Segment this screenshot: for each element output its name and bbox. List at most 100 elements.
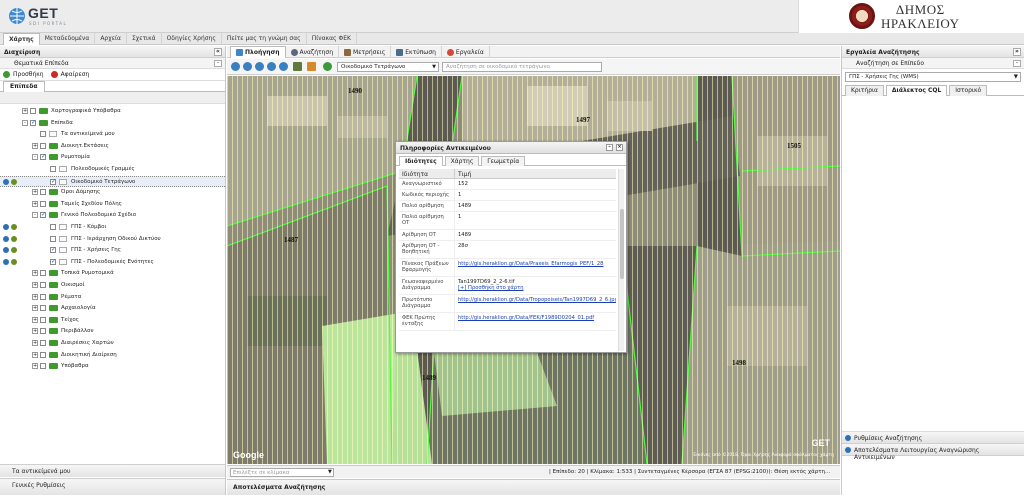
remove-layer-button[interactable]: Αφαίρεση xyxy=(61,71,90,78)
tab-properties[interactable]: Ιδιότητες xyxy=(399,156,443,166)
map-search-input[interactable]: Αναζήτηση σε οικοδομικό τετράγωνο xyxy=(442,62,602,72)
expand-toggle-icon[interactable]: + xyxy=(32,340,38,346)
layer-checkbox[interactable]: ✓ xyxy=(50,178,56,185)
expand-toggle-icon[interactable]: + xyxy=(32,316,38,323)
close-icon[interactable]: × xyxy=(616,144,623,151)
tab-tools[interactable]: Εργαλεία xyxy=(442,46,490,58)
tab-cql[interactable]: Διάλεκτος CQL xyxy=(885,85,948,96)
tree-item[interactable]: Πολεοδομικές Γραμμές xyxy=(0,164,225,175)
layer-checkbox[interactable]: ✓ xyxy=(50,258,56,265)
layer-checkbox[interactable] xyxy=(40,328,46,335)
identify-results-header[interactable]: Αποτελέσματα Λειτουργίας Αναγνώρισης Αντ… xyxy=(842,444,1024,461)
cql-editor-area[interactable] xyxy=(842,96,1024,432)
expand-toggle-icon[interactable]: + xyxy=(32,282,38,288)
property-link[interactable]: http://gis.heraklion.gr/Data/Tropopoisei… xyxy=(455,295,616,312)
tab-criteria[interactable]: Κριτήρια xyxy=(845,85,884,96)
layer-checkbox[interactable]: ✓ xyxy=(40,154,46,161)
collapse-search-button[interactable]: – xyxy=(1013,60,1021,67)
layer-settings-icon[interactable] xyxy=(11,247,17,254)
general-settings-panel-header[interactable]: Γενικές Ρυθμίσεις xyxy=(0,478,225,495)
expand-toggle-icon[interactable]: + xyxy=(32,305,38,312)
expand-toggle-icon[interactable]: - xyxy=(22,119,28,126)
layer-checkbox[interactable] xyxy=(40,200,46,207)
zoom-extent-icon[interactable] xyxy=(267,62,276,71)
expand-toggle-icon[interactable]: - xyxy=(32,212,38,219)
add-layer-button[interactable]: Προσθήκη xyxy=(13,71,44,78)
tree-item[interactable]: + Τοπικά Ρυμοτομικά xyxy=(0,268,225,279)
layer-checkbox[interactable]: ✓ xyxy=(30,119,36,126)
tab-print[interactable]: Εκτύπωση xyxy=(391,46,442,58)
add-icon[interactable] xyxy=(3,71,10,78)
scrollbar-thumb[interactable] xyxy=(620,209,624,279)
tree-item[interactable]: ✓ ΓΠΣ - Πολεοδομικές Ενότητες xyxy=(0,257,225,268)
minimize-icon[interactable]: – xyxy=(606,144,613,151)
expand-toggle-icon[interactable]: - xyxy=(32,154,38,161)
layer-settings-icon[interactable] xyxy=(11,224,17,230)
zoom-out-icon[interactable] xyxy=(243,62,252,71)
tree-item[interactable]: + Αρχαιολογία xyxy=(0,303,225,314)
collapse-left-panel-button[interactable]: « xyxy=(214,48,222,56)
tab-fek-table[interactable]: Πίνακας ΦΕΚ xyxy=(307,33,357,45)
tab-search[interactable]: Αναζήτηση xyxy=(286,46,340,58)
layer-checkbox[interactable] xyxy=(40,351,46,358)
layer-checkbox[interactable] xyxy=(40,282,46,288)
search-layer-select[interactable]: ΓΠΣ - Χρήσεις Γης (WMS) ▼ xyxy=(845,72,1021,82)
layer-checkbox[interactable] xyxy=(40,270,46,277)
tab-geometry[interactable]: Γεωμετρία xyxy=(481,156,526,166)
expand-toggle-icon[interactable]: + xyxy=(32,142,38,149)
tree-item[interactable]: + Υπόβαθρα xyxy=(0,361,225,372)
tab-map[interactable]: Χάρτης xyxy=(3,33,40,45)
expand-toggle-icon[interactable]: + xyxy=(32,189,38,196)
layer-select[interactable]: Οικοδομικό Τετράγωνο ▼ xyxy=(337,62,439,72)
tab-about[interactable]: Σχετικά xyxy=(127,33,162,45)
expand-toggle-icon[interactable]: + xyxy=(32,293,38,300)
dialog-scrollbar[interactable] xyxy=(618,169,624,351)
tree-item[interactable]: + Τείχος xyxy=(0,315,225,326)
layer-checkbox[interactable] xyxy=(40,316,46,323)
expand-toggle-icon[interactable]: + xyxy=(32,200,38,207)
collapse-layers-button[interactable]: – xyxy=(214,60,222,67)
scale-input[interactable]: Επιλέξτε σε κλίμακα xyxy=(230,468,334,477)
layer-checkbox[interactable] xyxy=(50,224,56,230)
tree-item[interactable]: + Χαρτογραφικά Υπόβαθρα xyxy=(0,106,225,117)
expand-toggle-icon[interactable]: + xyxy=(32,363,38,370)
thematic-layers-header[interactable]: Θεματικά Επίπεδα – xyxy=(0,58,225,69)
tab-dialog-map[interactable]: Χάρτης xyxy=(444,156,480,166)
zoom-previous-icon[interactable] xyxy=(279,62,288,71)
layer-checkbox[interactable] xyxy=(40,305,46,312)
layer-checkbox[interactable] xyxy=(50,235,56,242)
search-settings-header[interactable]: Ρυθμίσεις Αναζήτησης xyxy=(842,432,1024,444)
tree-item[interactable]: - ✓ Ρυμοτομία xyxy=(0,152,225,163)
collapse-right-panel-button[interactable]: » xyxy=(1013,48,1021,56)
tab-layers[interactable]: Επίπεδα xyxy=(3,81,45,92)
tree-item[interactable]: + Περιβάλλον xyxy=(0,326,225,337)
layer-checkbox[interactable]: ✓ xyxy=(40,212,46,219)
layer-settings-icon[interactable] xyxy=(11,235,17,242)
get-logo[interactable]: GET SDI PORTAL xyxy=(8,5,70,29)
dialog-title-bar[interactable]: Πληροφορίες Αντικειμένου – × xyxy=(396,142,626,154)
tree-item[interactable]: + Διαιρέσεις Χαρτών xyxy=(0,338,225,349)
tab-user-guide[interactable]: Οδηγίες Χρήσης xyxy=(162,33,222,45)
tab-feedback[interactable]: Πείτε μας τη γνώμη σας xyxy=(222,33,307,45)
layer-info-icon[interactable] xyxy=(3,247,9,254)
layer-checkbox[interactable] xyxy=(40,189,46,196)
expand-toggle-icon[interactable]: + xyxy=(32,270,38,277)
tree-item[interactable]: + Διοικητική Διαίρεση xyxy=(0,350,225,361)
tab-files[interactable]: Αρχεία xyxy=(95,33,127,45)
layer-info-icon[interactable] xyxy=(3,235,9,242)
layer-checkbox[interactable] xyxy=(40,340,46,346)
tree-item[interactable]: ✓ Οικοδομικό Τετράγωνο xyxy=(0,175,225,187)
pan-icon[interactable] xyxy=(293,62,302,71)
zoom-in-icon[interactable] xyxy=(231,62,240,71)
layer-settings-icon[interactable] xyxy=(11,258,17,265)
tab-history[interactable]: Ιστορικό xyxy=(949,85,988,96)
search-results-panel-header[interactable]: Αποτελέσματα Αναζήτησης xyxy=(227,479,840,495)
tree-item[interactable]: + Οικισμοί xyxy=(0,280,225,291)
tree-item[interactable]: - ✓ Γενικό Πολεοδομικό Σχέδιο xyxy=(0,210,225,221)
tree-item[interactable]: ✓ ΓΠΣ - Χρήσεις Γης xyxy=(0,245,225,256)
add-to-map-link[interactable]: [+] Προσθήκη στο χάρτη xyxy=(458,285,613,291)
property-link[interactable]: http://gis.heraklion.gr/Data/Praxeis_Efa… xyxy=(455,259,616,276)
layer-search-header[interactable]: Αναζήτηση σε Επίπεδο – xyxy=(842,58,1024,69)
tree-item[interactable]: + Διοικητ.Εκτάσεις xyxy=(0,141,225,152)
tree-item[interactable]: ΓΠΣ - Ιεράρχηση Οδικού Δικτύου xyxy=(0,234,225,245)
